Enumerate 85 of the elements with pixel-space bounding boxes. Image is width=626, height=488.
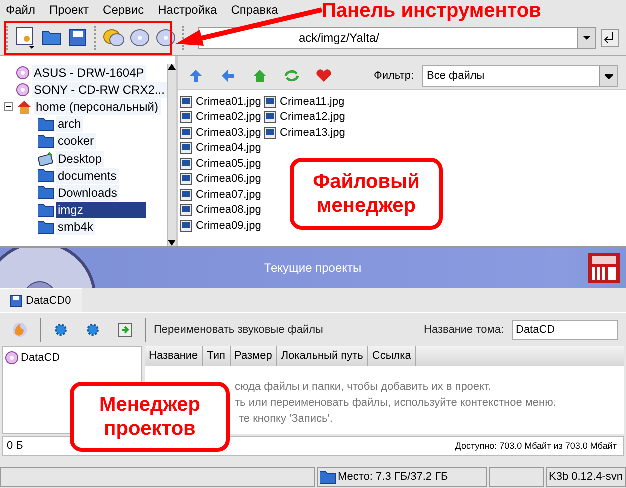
image-file-icon <box>180 142 192 154</box>
image-file-icon <box>264 111 276 124</box>
file-item[interactable]: Crimea13.jpg <box>264 125 348 140</box>
tree-item[interactable]: documents <box>56 168 119 184</box>
file-item[interactable]: Crimea08.jpg <box>180 202 264 218</box>
image-file-icon <box>264 96 276 108</box>
image-file-icon <box>180 126 192 139</box>
logo-icon <box>588 253 620 283</box>
file-item[interactable]: Crimea03.jpg <box>180 125 264 140</box>
version-status: K3b 0.12.4-svn <box>546 467 626 487</box>
menu-item[interactable]: Сервис <box>103 3 144 17</box>
collapse-toggle[interactable] <box>4 102 13 112</box>
annotation-label: Панель инструментов <box>322 0 542 22</box>
tree-item[interactable]: Desktop <box>56 150 104 167</box>
file-item[interactable]: Crimea01.jpg <box>180 94 264 110</box>
file-item[interactable]: Crimea06.jpg <box>180 172 264 187</box>
tree-item[interactable]: cooker <box>56 133 96 150</box>
disc-icon <box>16 82 30 97</box>
scroll-down-icon[interactable] <box>168 240 176 246</box>
file-item[interactable]: Crimea05.jpg <box>180 156 264 172</box>
banner-title: Текущие проекты <box>264 261 362 275</box>
annotation-callout: Менеджер проектов <box>70 382 230 452</box>
image-file-icon <box>264 126 276 139</box>
save-icon <box>10 294 22 306</box>
filter-dropdown[interactable]: Все файлы <box>422 64 618 86</box>
disc-icon <box>16 66 30 80</box>
menu-item[interactable]: Настройка <box>158 3 218 17</box>
volume-name-label: Название тома: <box>424 324 504 336</box>
menu-item[interactable]: Проект <box>50 3 90 17</box>
status-cell <box>489 467 544 487</box>
tree-item[interactable]: SONY - CD-RW CRX2... <box>32 82 167 98</box>
file-item[interactable]: Crimea11.jpg <box>264 94 348 110</box>
column-header[interactable]: Размер <box>230 346 278 366</box>
file-item[interactable]: Crimea12.jpg <box>264 110 348 125</box>
column-header[interactable]: Тип <box>203 346 230 366</box>
dropdown-icon <box>577 28 595 48</box>
tree-item[interactable]: Downloads <box>56 184 120 201</box>
folder-icon <box>38 169 54 182</box>
tree-item[interactable]: smb4k <box>56 219 96 236</box>
tree-item[interactable]: DataCD <box>21 352 60 364</box>
location-field[interactable]: ack/imgz/Yalta/ <box>198 26 596 48</box>
menu-item[interactable]: Файл <box>6 3 36 17</box>
project-tab[interactable]: DataCD0 <box>0 288 82 312</box>
folder-icon <box>38 186 54 200</box>
file-item[interactable]: Crimea07.jpg <box>180 187 264 202</box>
image-file-icon <box>180 204 192 216</box>
folder-icon <box>320 470 336 484</box>
file-item[interactable]: Crimea02.jpg <box>180 110 264 125</box>
tree-item[interactable]: arch <box>56 116 84 132</box>
home-icon <box>17 100 32 114</box>
annotation-callout: Файловый менеджер <box>290 158 443 230</box>
scroll-up-icon[interactable] <box>168 64 176 70</box>
image-file-icon <box>180 220 192 232</box>
folder-icon <box>38 220 54 234</box>
image-file-icon <box>180 173 192 186</box>
space-status: Место: 7.3 ГБ/37.2 ГБ <box>317 467 487 487</box>
hint-text: те кнопку 'Запись'. <box>238 412 334 426</box>
tree-item[interactable]: ASUS - DRW-1604P <box>32 64 146 81</box>
new-project-button[interactable] <box>14 24 38 50</box>
column-header[interactable]: Локальный путь <box>277 346 368 366</box>
file-item[interactable]: Crimea04.jpg <box>180 140 264 156</box>
hint-text: сюда файлы и папки, чтобы добавить их в проект. <box>235 380 492 394</box>
image-file-icon <box>180 111 192 124</box>
volume-name-field[interactable]: DataCD <box>512 320 618 340</box>
used-size: 0 Б <box>7 440 24 452</box>
dropdown-icon[interactable] <box>599 66 618 86</box>
image-file-icon <box>180 158 192 170</box>
available-size: Доступно: 703.0 Мбайт из 703.0 Мбайт <box>455 441 617 451</box>
image-file-icon <box>180 96 192 108</box>
folder-icon <box>38 134 54 148</box>
column-header[interactable]: Ссылка <box>368 346 416 366</box>
filter-label: Фильтр: <box>374 70 414 82</box>
tree-item[interactable]: imgz <box>56 202 146 218</box>
image-file-icon <box>180 188 192 201</box>
column-header[interactable]: Название <box>145 346 204 366</box>
hint-text: ть или переименовать файлы, используйте контекстное меню. <box>235 396 558 410</box>
folder-icon <box>38 204 54 217</box>
file-item[interactable]: Crimea09.jpg <box>180 218 264 234</box>
folder-icon <box>38 118 54 131</box>
scrollbar[interactable] <box>166 64 176 246</box>
menu-item[interactable]: Справка <box>231 3 278 17</box>
rename-audio-files-button[interactable]: Переименовать звуковые файлы <box>154 324 324 336</box>
tree-item[interactable]: home (персональный) <box>34 98 161 115</box>
desktop-icon <box>38 152 54 166</box>
disc-icon <box>5 351 19 365</box>
